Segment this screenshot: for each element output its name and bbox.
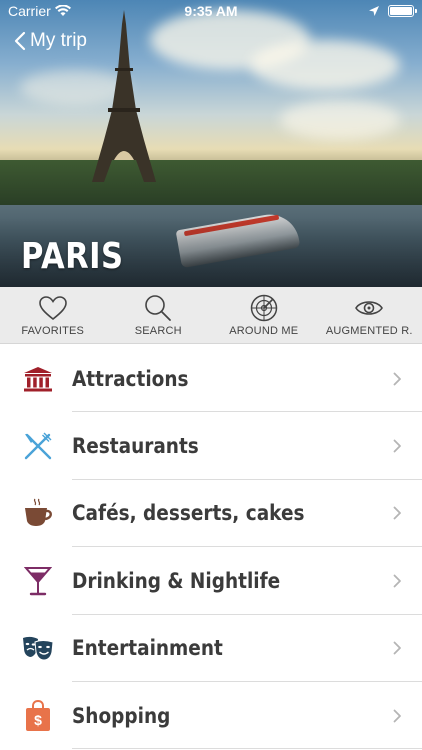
chevron-right-icon (393, 641, 401, 655)
chevron-right-icon (393, 574, 401, 588)
search-icon (145, 295, 172, 321)
theater-masks-icon (23, 637, 54, 661)
battery-icon (388, 5, 417, 17)
coffee-cup-icon (25, 499, 52, 527)
cocktail-icon (24, 566, 52, 596)
search-label: SEARCH (134, 325, 182, 337)
chevron-right-icon (393, 439, 401, 453)
radar-icon (250, 294, 277, 322)
category-entertainment[interactable]: Entertainment (0, 615, 422, 683)
category-label: Restaurants (72, 434, 199, 459)
favorites-button[interactable]: FAVORITES (0, 287, 106, 343)
city-title: PARIS (21, 236, 124, 277)
eye-icon (355, 301, 384, 315)
svg-text:$: $ (34, 712, 42, 728)
status-bar: Carrier 9:35 AM (0, 0, 422, 22)
shopping-bag-icon: $ (26, 699, 50, 731)
category-label: Entertainment (72, 636, 223, 661)
fork-knife-icon (24, 432, 52, 460)
around-me-label: AROUND ME (229, 325, 299, 337)
category-label: Drinking & Nightlife (72, 568, 281, 593)
category-restaurants[interactable]: Restaurants (0, 412, 422, 481)
back-button[interactable]: My trip (14, 30, 87, 52)
chevron-right-icon (393, 507, 401, 520)
category-attractions[interactable]: Attractions (0, 345, 422, 413)
category-shopping[interactable]: $ Shopping (0, 682, 422, 750)
eiffel-tower-image (92, 10, 156, 182)
chevron-left-icon (14, 31, 26, 51)
category-label: Shopping (72, 703, 171, 728)
quick-actions-toolbar: FAVORITES SEARCH AROUND ME AUGMENTED R. (0, 287, 422, 344)
around-me-button[interactable]: AROUND ME (211, 287, 317, 343)
augmented-reality-label: AUGMENTED R. (325, 325, 413, 337)
category-list: Attractions Restaurants Cafés, desserts,… (0, 345, 422, 750)
chevron-right-icon (393, 372, 401, 386)
clock: 9:35 AM (184, 3, 238, 19)
favorites-label: FAVORITES (21, 325, 85, 337)
category-label: Cafés, desserts, cakes (72, 501, 305, 526)
search-button[interactable]: SEARCH (106, 287, 212, 343)
heart-icon (38, 296, 67, 321)
back-label: My trip (30, 30, 87, 51)
museum-icon (24, 366, 52, 392)
augmented-reality-button[interactable]: AUGMENTED R. (317, 287, 422, 343)
category-drinking-nightlife[interactable]: Drinking & Nightlife (0, 547, 422, 615)
chevron-right-icon (393, 709, 401, 723)
category-cafes[interactable]: Cafés, desserts, cakes (0, 480, 422, 548)
category-label: Attractions (72, 366, 189, 391)
